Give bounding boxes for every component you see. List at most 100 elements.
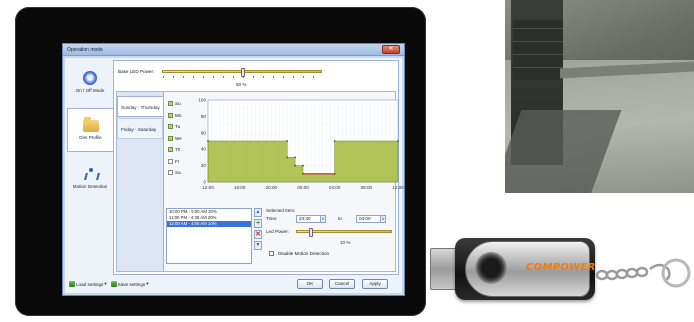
save-settings-button[interactable]: Save settings ▾ xyxy=(110,281,149,287)
chart-x-tick-label: 16:00 xyxy=(234,185,246,190)
move-down-button[interactable]: ▼ xyxy=(254,241,262,250)
move-up-button[interactable]: ▲ xyxy=(254,208,262,217)
day-checkbox[interactable]: ✓ xyxy=(168,170,173,176)
spin-arrows-icon[interactable]: ⇕ xyxy=(320,216,325,222)
chart-data-point xyxy=(302,164,304,167)
day-row-tu[interactable]: ✓ Tu xyxy=(168,121,190,133)
slider-thumb[interactable] xyxy=(241,68,245,77)
keychain-ring-icon xyxy=(595,258,691,288)
schedule-list-item-selected[interactable]: 12:00 AM - 4:00 AM 10% xyxy=(167,221,251,227)
day-checkbox[interactable]: ✓ xyxy=(168,124,173,130)
chart-x-tick-label: 00:00 xyxy=(297,185,309,190)
selected-item-properties: Selected Item: Time: 23:30 ⇕ to 04:00 ⇕ xyxy=(266,208,406,268)
usb-connector xyxy=(430,248,458,290)
ok-button[interactable]: OK xyxy=(297,279,323,289)
nav-item-dim-profile[interactable]: Dim Profile xyxy=(67,108,113,152)
chart-data-point xyxy=(294,156,296,159)
load-icon xyxy=(69,281,75,287)
usb-swivel-hole xyxy=(475,252,507,284)
base-led-power-row: Base LED Power: 50 % xyxy=(118,65,394,89)
day-label: We xyxy=(175,135,182,141)
list-action-buttons: ▲ + ✕ ▼ xyxy=(254,208,262,252)
operation-mode-window: Operation mode ✕ ⏻ On / Off Mode Dim Pro… xyxy=(62,43,405,296)
day-label: Mo xyxy=(175,112,182,118)
day-checkbox-list: ✓ Su ✓ Mo ✓ Tu ✓ We ✓ Th Fr Sa xyxy=(168,98,190,179)
cancel-button[interactable]: Cancel xyxy=(329,279,355,289)
time-to-value: 04:00 xyxy=(359,216,371,221)
day-row-mo[interactable]: ✓ Mo xyxy=(168,110,190,122)
chart-data-point xyxy=(294,164,296,167)
chevron-down-icon: ▾ xyxy=(146,281,149,286)
chart-y-tick-label: 100 xyxy=(198,98,206,103)
led-power-label: Led Power: xyxy=(266,229,290,234)
photo-bricks xyxy=(513,20,563,80)
day-row-su[interactable]: ✓ Su xyxy=(168,98,190,110)
day-checkbox[interactable]: ✓ xyxy=(168,112,173,118)
base-led-power-label: Base LED Power: xyxy=(118,69,155,74)
day-label: Su xyxy=(175,101,181,107)
chart-data-point xyxy=(286,156,289,159)
window-title: Operation mode xyxy=(67,46,103,53)
schedule-panel: ✓ Su ✓ Mo ✓ Tu ✓ We ✓ Th Fr Sa 100 80 60… xyxy=(163,92,404,271)
chart-x-tick-label: 12:00 xyxy=(392,185,404,190)
chart-y-tick-label: 20 xyxy=(201,163,207,168)
selected-item-header: Selected Item: xyxy=(266,208,296,213)
window-client-area: ⏻ On / Off Mode Dim Profile Motion Detec… xyxy=(65,58,404,293)
dim-profile-panel: Base LED Power: 50 % Sunday - Thursday F… xyxy=(113,60,404,275)
load-settings-button[interactable]: Load settings ▾ xyxy=(69,281,107,287)
chart-x-tick-label: 20:00 xyxy=(266,185,278,190)
time-to-input[interactable]: 04:00 ⇕ xyxy=(356,215,386,223)
day-checkbox[interactable]: ✓ xyxy=(168,147,173,153)
day-row-th[interactable]: ✓ Th xyxy=(168,144,190,156)
close-button[interactable]: ✕ xyxy=(382,45,400,54)
chart-data-point xyxy=(333,140,336,142)
day-row-we[interactable]: ✓ We xyxy=(168,133,190,145)
nav-item-on-off-mode[interactable]: ⏻ On / Off Mode xyxy=(67,60,113,104)
chevron-down-icon: ▾ xyxy=(104,281,107,286)
nav-item-label: On / Off Mode xyxy=(75,88,105,93)
day-checkbox[interactable]: ✓ xyxy=(168,135,173,141)
dim-profile-chart[interactable]: 10080604020012:00 16:00 20:00 00:00 04:00 08:… xyxy=(188,96,408,200)
chart-data-point xyxy=(286,140,289,142)
night-camera-photo xyxy=(505,0,694,193)
slider-thumb[interactable] xyxy=(308,228,313,237)
disable-motion-checkbox[interactable] xyxy=(269,251,274,256)
time-from-input[interactable]: 23:30 ⇕ xyxy=(296,215,326,223)
usb-brand-logo: COMPOWER xyxy=(526,262,596,273)
power-icon: ⏻ xyxy=(83,71,97,85)
spin-arrows-icon[interactable]: ⇕ xyxy=(380,216,385,222)
day-checkbox[interactable]: ✓ xyxy=(168,158,173,164)
disable-motion-label: Disable Motion Detection xyxy=(278,251,330,256)
save-settings-label: Save settings xyxy=(117,281,146,287)
tab-friday-saturday[interactable]: Friday - Saturday xyxy=(117,118,163,139)
chart-data-point xyxy=(397,140,399,142)
day-checkbox[interactable]: ✓ xyxy=(168,101,173,107)
day-label: Th xyxy=(175,147,181,153)
chart-y-tick-label: 60 xyxy=(201,130,207,135)
led-power-slider[interactable] xyxy=(296,228,392,237)
apply-button[interactable]: Apply xyxy=(362,279,388,289)
motion-person-icon xyxy=(83,167,97,181)
day-label: Sa xyxy=(175,170,181,176)
day-row-fr[interactable]: ✓ Fr xyxy=(168,156,190,168)
time-label: Time: xyxy=(266,216,278,221)
nav-item-label: Dim Profile xyxy=(79,135,102,140)
time-to-label: to xyxy=(338,216,342,221)
day-label: Fr xyxy=(175,158,180,164)
title-bar: Operation mode ✕ xyxy=(63,44,404,56)
time-from-value: 23:30 xyxy=(299,216,311,221)
day-label: Tu xyxy=(175,124,181,130)
base-led-power-slider[interactable] xyxy=(162,68,322,78)
chart-y-tick-label: 80 xyxy=(201,114,207,119)
schedule-list[interactable]: 10:00 PM - 5:00 AM 30% 11:00 PM - 4:30 A… xyxy=(166,208,252,264)
chart-y-tick-label: 40 xyxy=(201,147,207,152)
tab-sunday-thursday[interactable]: Sunday - Thursday xyxy=(117,96,163,117)
bottom-bar: Load settings ▾ Save settings ▾ OK Cance… xyxy=(65,275,402,293)
nav-item-motion-detection[interactable]: Motion Detection xyxy=(67,156,113,200)
load-settings-label: Load settings xyxy=(76,281,104,287)
add-item-button[interactable]: + xyxy=(254,219,262,228)
base-led-power-value: 50 % xyxy=(236,82,247,87)
day-row-sa[interactable]: ✓ Sa xyxy=(168,167,190,179)
delete-item-button[interactable]: ✕ xyxy=(254,230,262,239)
save-icon xyxy=(110,281,117,287)
